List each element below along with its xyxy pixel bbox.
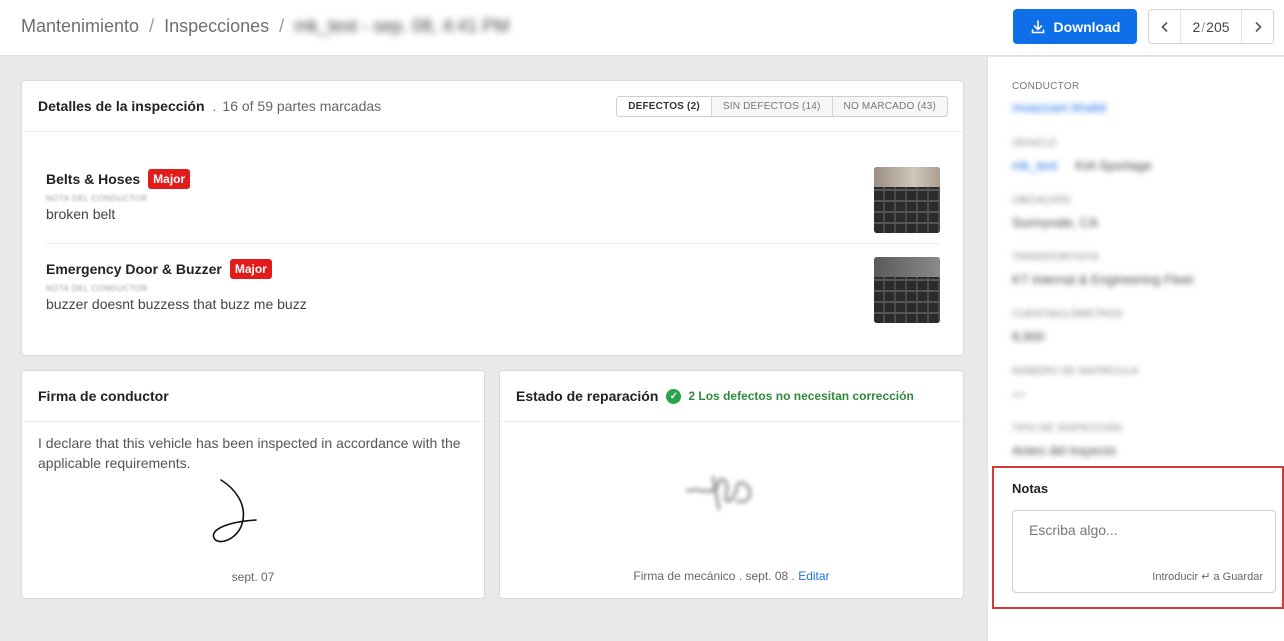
download-label: Download [1053,18,1121,35]
defect-meta: NOTA DEL CONDUCTOR [46,284,148,293]
parts-marked-count: 16 of 59 partes marcadas [222,98,382,114]
mechanic-signature-image [686,476,752,510]
breadcrumb-separator: / [149,16,155,36]
breadcrumb-maintenance[interactable]: Mantenimiento [21,16,139,37]
conductor-label: CONDUCTOR [1012,81,1080,92]
inspection-details-header: Detalles de la inspección . 16 of 59 part… [22,81,963,132]
vehicle-link[interactable]: mk_test [1012,158,1058,173]
inspection-type-label: TIPO DE INSPECCIÓN [1012,423,1123,434]
defect-note: broken belt [46,206,116,222]
defect-title: Emergency Door & Buzzer Major [46,259,940,279]
mechanic-signature-date: sept. 08 [745,569,789,583]
page-total: 205 [1206,18,1230,35]
next-page-button[interactable] [1241,10,1273,43]
driver-declaration: I declare that this vehicle has been ins… [38,435,461,471]
pagination: 2/205 [1148,9,1274,44]
defect-filter-tabs: DEFECTOS (2) SIN DEFECTOS (14) NO MARCAD… [616,96,948,117]
plate-label: NÚMERO DE MATRÍCULA [1012,366,1139,377]
mechanic-signature-label: Firma de mecánico [633,569,736,583]
page-indicator: 2/205 [1181,19,1241,35]
location-value: Sunnyvale, CA [1012,215,1098,230]
notes-section: Notas Introducir ↵ a Guardar [992,466,1284,609]
repair-status-header: Estado de reparación ✓ 2 Los defectos no… [500,371,963,422]
tab-no-defects[interactable]: SIN DEFECTOS (14) [710,97,832,116]
defect-name: Emergency Door & Buzzer [46,261,222,277]
defect-photo-thumbnail[interactable] [874,167,940,233]
breadcrumb: Mantenimiento / Inspecciones / mk_test -… [21,16,509,37]
driver-signature-header: Firma de conductor [22,371,484,422]
severity-badge: Major [148,169,191,189]
repair-status-card: Estado de reparación ✓ 2 Los defectos no… [499,370,964,599]
carrier-label: TRANSPORTISTA [1012,252,1099,263]
plate-value: — [1012,386,1025,401]
defect-photo-thumbnail[interactable] [874,257,940,323]
repair-status-indicator: ✓ 2 Los defectos no necesitan corrección [666,388,914,404]
driver-signature-title: Firma de conductor [38,388,169,404]
driver-signature-date: sept. 07 [231,570,275,584]
driver-signature-card: Firma de conductor I declare that this v… [21,370,485,599]
defect-name: Belts & Hoses [46,171,141,187]
defect-meta: NOTA DEL CONDUCTOR [46,194,148,203]
edit-link[interactable]: Editar [798,569,829,583]
check-circle-icon: ✓ [666,388,682,404]
defect-note: buzzer doesnt buzzess that buzz me buzz [46,296,307,312]
repair-status-title: Estado de reparación [516,388,659,404]
location-label: UBICACIÓN [1012,195,1071,206]
defect-divider [46,243,940,244]
chevron-right-icon [1254,21,1262,32]
defect-title: Belts & Hoses Major [46,169,940,189]
inspection-details-title: Detalles de la inspección [38,98,205,114]
inspection-type-value: Antes del trayecto [1012,443,1117,458]
chevron-left-icon [1160,21,1168,32]
defect-item: Belts & Hoses Major NOTA DEL CONDUCTOR b… [46,167,940,233]
notes-save-hint: Introducir ↵ a Guardar [1152,571,1263,583]
vehicle-label: VEHICLE [1012,138,1057,149]
inspection-details-summary: . 16 of 59 partes marcadas [212,98,382,114]
repair-footer: Firma de mecánico . sept. 08 . Editar [633,569,830,583]
top-bar: Mantenimiento / Inspecciones / mk_test -… [0,0,1284,56]
download-button[interactable]: Download [1013,9,1137,44]
odometer-label: CUENTAKILÓMETROS [1012,309,1123,320]
inspection-details-card: Detalles de la inspección . 16 of 59 part… [21,80,964,356]
odometer-value: 8,900 [1012,329,1045,344]
defect-item: Emergency Door & Buzzer Major NOTA DEL C… [46,257,940,323]
notes-field: Introducir ↵ a Guardar [1012,510,1276,593]
previous-page-button[interactable] [1149,10,1181,43]
severity-badge: Major [229,259,272,279]
breadcrumb-separator: / [279,16,285,36]
breadcrumb-inspections[interactable]: Inspecciones [164,16,269,37]
driver-signature-image [212,479,257,543]
page-slash: / [1201,18,1206,35]
page-current: 2 [1192,18,1201,35]
tab-unmarked[interactable]: NO MARCADO (43) [831,97,947,116]
carrier-value: KT Internal & Engineering Fleet [1012,272,1194,287]
repair-status-text: 2 Los defectos no necesitan corrección [688,389,914,403]
vehicle-value: mk_test KIA Sportage [1012,158,1152,173]
breadcrumb-current: mk_test - sep. 08, 4:41 PM [294,16,510,36]
notes-title: Notas [1012,481,1049,496]
download-icon [1031,19,1044,33]
vehicle-model: KIA Sportage [1075,158,1152,173]
conductor-value[interactable]: moazzam khalid [1012,100,1106,115]
tab-defects[interactable]: DEFECTOS (2) [617,97,711,116]
